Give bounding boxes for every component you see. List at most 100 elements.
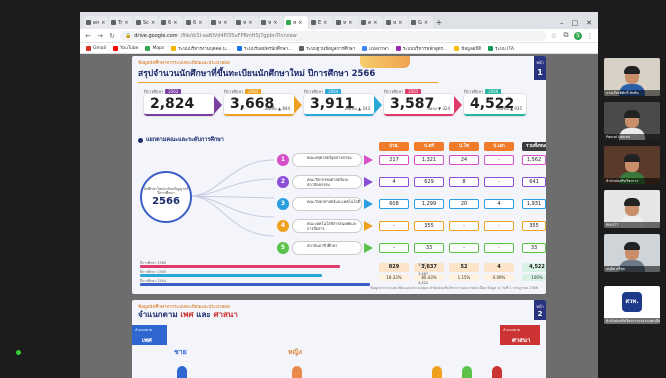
participant-tile[interactable]: อนุชิต ศรีสุข <box>604 234 660 272</box>
favicon-icon <box>186 20 191 25</box>
bookmark-item[interactable]: Gmail <box>86 45 106 51</box>
bookmark-label: ระบบบริหารหลักสูตร... <box>402 46 448 52</box>
bookmark-item[interactable]: ระบบรับสมัครนักศึกษา... <box>237 45 292 52</box>
document-viewport[interactable]: ข้อมูลนักศึกษาจากระบบทะเบียนและประมวลผล … <box>80 54 598 378</box>
browser-tab[interactable]: ห × <box>209 16 233 29</box>
bookmark-item[interactable]: YouTube <box>113 45 138 51</box>
person-hair-icon <box>624 66 640 74</box>
person-hair-icon <box>624 154 640 162</box>
tab-close-icon[interactable]: × <box>173 20 177 26</box>
tab-label: G <box>418 19 422 26</box>
male-figure-icon <box>177 366 187 378</box>
browser-tab[interactable]: 6 × <box>159 16 183 29</box>
tab-close-icon[interactable]: × <box>223 20 227 26</box>
page-label: หน้า <box>536 304 544 309</box>
tab-close-icon[interactable]: × <box>398 20 402 26</box>
table-cell: - <box>449 243 479 253</box>
browser-tab[interactable]: ต × <box>359 16 383 29</box>
participant-name: สำนักส่งเสริมวิชาการและงานทะเบียน <box>604 318 660 324</box>
table-cell: 4 <box>379 177 409 187</box>
back-icon[interactable]: ← <box>84 32 92 40</box>
page-indicator: หน้า 1 <box>534 56 546 80</box>
bookmark-item[interactable]: ระบบฐานข้อมูลการศึกษา <box>299 45 355 52</box>
slide-title: สรุปจำนวนนักศึกษาที่ขึ้นทะเบียนนักศึกษาใ… <box>138 66 438 83</box>
stat-label-text: ปีการศึกษา <box>144 89 164 94</box>
slide2-title: จำแนกตาม เพศ และ ศาสนา <box>138 308 238 321</box>
reload-icon[interactable]: ↻ <box>108 32 116 40</box>
minimize-icon[interactable]: – <box>560 19 564 27</box>
stat-delta: เพิ่มขึ้น ▲ 844 <box>264 106 290 111</box>
tab-close-icon[interactable]: × <box>373 20 377 26</box>
favicon-icon <box>361 20 366 25</box>
close-icon[interactable]: ✕ <box>586 19 592 27</box>
tab-close-icon[interactable]: × <box>323 20 327 26</box>
tab-label: 6 <box>193 19 197 26</box>
gender-box: จำแนกตาม เพศ <box>132 325 167 345</box>
bullet-icon <box>138 137 143 143</box>
browser-tab[interactable]: Tr × <box>109 16 133 29</box>
participants-panel: นายเกียรติศักดิ์ ทับทิม Pascal Labrau สำนั… <box>598 58 666 378</box>
tab-close-icon[interactable]: × <box>124 20 128 26</box>
tab-close-icon[interactable]: × <box>298 20 302 26</box>
browser-tab[interactable]: en × <box>84 16 108 29</box>
arrow-right-icon <box>364 221 373 231</box>
participant-tile[interactable]: สวท. สำนักส่งเสริมวิชาการและงานทะเบียน <box>604 286 660 324</box>
browser-tab[interactable]: 6 × <box>184 16 208 29</box>
extensions-icon[interactable]: ⧉ <box>562 31 570 40</box>
participant-tile[interactable]: นายเกียรติศักดิ์ ทับทิม <box>604 58 660 96</box>
tab-close-icon[interactable]: × <box>348 20 352 26</box>
profile-avatar[interactable]: S <box>574 31 582 40</box>
chevron-right-icon <box>214 96 222 114</box>
tab-close-icon[interactable]: × <box>151 20 155 26</box>
total-ring: นักศึกษาใหม่ระดับปริญญาตรี ปีการศึกษา 25… <box>140 171 192 223</box>
bookmark-item[interactable]: ระบบบริหารหลักสูตร... <box>395 45 448 52</box>
bookmark-item[interactable]: ข้อมูลสถิติ <box>454 45 481 52</box>
browser-tab[interactable]: ห × <box>284 16 308 29</box>
stat-label: ปีการศึกษา 2562 <box>144 88 182 95</box>
stat-year-badge: 2565 <box>405 89 422 94</box>
bookmark-item[interactable]: ระบบ ITA <box>488 45 514 52</box>
tab-close-icon[interactable]: × <box>273 20 277 26</box>
year-stat-card: ปีการศึกษา 2565 3,587 ลดลง ▼ 324 <box>384 89 462 116</box>
table-cell: - <box>379 221 409 231</box>
stat-delta: เพิ่มขึ้น ▲ 935 <box>496 106 522 111</box>
tab-label: Sc <box>143 19 149 26</box>
browser-tab[interactable]: ห × <box>234 16 258 29</box>
tab-close-icon[interactable]: × <box>101 20 105 26</box>
participant-tile[interactable]: Pascal Labrau <box>604 102 660 140</box>
slide2-title-part: จำแนกตาม <box>138 310 181 319</box>
bookmark-item[interactable]: ระบบบริหารงานบุคคล ม... <box>171 45 230 52</box>
tab-close-icon[interactable]: × <box>424 20 428 26</box>
browser-tab[interactable]: G × <box>409 16 433 29</box>
favicon-icon <box>211 20 216 25</box>
bookmark-item[interactable]: Maps <box>145 45 164 51</box>
ring-caption: นักศึกษาใหม่ระดับปริญญาตรี ปีการศึกษา <box>143 187 189 196</box>
male-label: ชาย <box>174 348 187 356</box>
participant-tile[interactable]: RMUTT <box>604 190 660 228</box>
screen: en × Tr × Sc × 6 × 6 × ห × ห × ห × ห × E × ห × ต × ห × G × + – □ ✕ ←… <box>0 0 666 378</box>
maximize-icon[interactable]: □ <box>572 19 579 27</box>
browser-tab[interactable]: ห × <box>334 16 358 29</box>
tab-label: ห <box>243 19 247 26</box>
bookmark-label: ระบบฐานข้อมูลการศึกษา <box>306 46 356 52</box>
forward-icon[interactable]: → <box>96 32 104 40</box>
stat-label-text: ปีการศึกษา <box>464 89 484 94</box>
address-bar[interactable]: 🔒 drive.google.com/file/d/1l-aeBlVd4Pl35… <box>120 30 546 41</box>
menu-icon[interactable]: ⋮ <box>586 32 594 40</box>
browser-tab[interactable]: Sc × <box>134 16 158 29</box>
bookmark-item[interactable]: แปลภาษา <box>362 45 389 52</box>
year-bar: ปีการศึกษา 2566 3,911 <box>140 261 430 270</box>
browser-tab[interactable]: E × <box>309 16 333 29</box>
browser-tab[interactable]: ห × <box>384 16 408 29</box>
person-hair-icon <box>624 198 640 206</box>
participant-tile[interactable]: สำนักส่งเสริมวิชาการ <box>604 146 660 184</box>
tab-label: 6 <box>168 19 172 26</box>
tab-close-icon[interactable]: × <box>198 20 202 26</box>
new-tab-button[interactable]: + <box>434 16 444 29</box>
faculty-number-badge: 1 <box>277 154 289 166</box>
year-bar-fill <box>140 283 370 286</box>
browser-tab[interactable]: ห × <box>259 16 283 29</box>
faculty-number-badge: 5 <box>277 242 289 254</box>
bookmark-star-icon[interactable]: ☆ <box>550 32 558 40</box>
tab-close-icon[interactable]: × <box>248 20 252 26</box>
